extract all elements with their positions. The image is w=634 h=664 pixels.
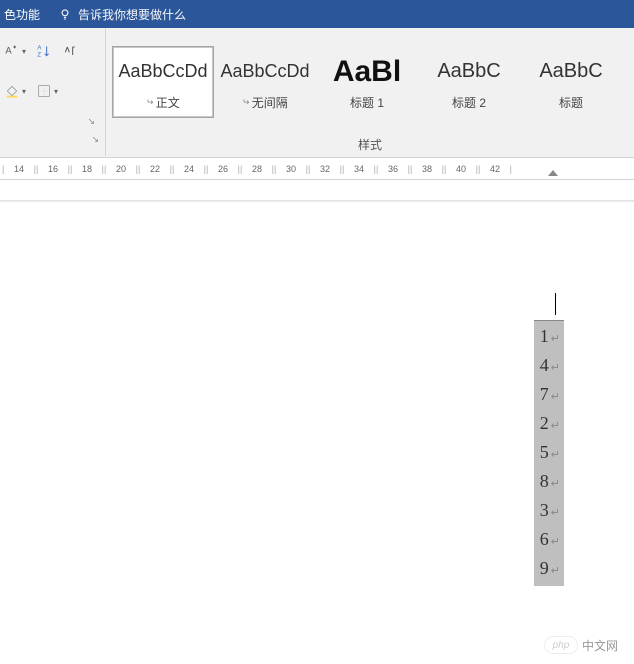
pilcrow-icon xyxy=(62,43,78,59)
svg-text:Z: Z xyxy=(37,52,41,58)
page-edge-shadow xyxy=(0,200,634,203)
return-mark-icon: ↵ xyxy=(551,384,560,410)
style-item-4[interactable]: AaBbC 标题 xyxy=(520,46,622,118)
paragraph-dialog-launcher[interactable]: ↘ xyxy=(0,116,99,130)
document-line[interactable]: 8↵ xyxy=(540,468,560,497)
document-area[interactable]: 1↵4↵7↵2↵5↵8↵3↵6↵9↵ xyxy=(0,180,634,660)
return-mark-icon: ↵ xyxy=(551,471,560,497)
tell-me-placeholder: 告诉我你想要做什么 xyxy=(78,6,186,23)
ruler-mark: 40 xyxy=(444,164,478,174)
tell-me-search[interactable]: 告诉我你想要做什么 xyxy=(58,6,186,23)
paint-bucket-icon xyxy=(4,83,20,99)
ruler-mark: 42 xyxy=(478,164,512,174)
style-preview: AaBbCcDd xyxy=(220,54,309,90)
styles-gallery: AaBbCcDd ↵正文 AaBbCcDd ↵无间隔 AaBl 标题 1 AaBbC 标题 2… xyxy=(106,28,634,132)
ribbon-tab-partial[interactable]: 色功能 xyxy=(4,6,40,23)
style-preview: AaBbCcDd xyxy=(118,54,207,90)
style-name: 标题 2 xyxy=(452,94,486,111)
return-mark-icon: ↵ xyxy=(551,355,560,381)
watermark: php 中文网 xyxy=(544,636,618,654)
horizontal-ruler[interactable]: 141618202224262830323436384042 xyxy=(0,158,634,180)
sort-icon: AZ xyxy=(36,43,52,59)
document-line[interactable]: 1↵ xyxy=(540,323,560,352)
return-mark-icon: ↵ xyxy=(551,500,560,526)
character-scale-icon: A xyxy=(4,43,20,59)
style-name: ↵正文 xyxy=(146,94,180,111)
style-item-2[interactable]: AaBl 标题 1 xyxy=(316,46,418,118)
return-mark-icon: ↵ xyxy=(551,529,560,555)
chevron-down-icon: ▾ xyxy=(54,87,58,96)
shading-button[interactable]: ▾ xyxy=(4,83,26,99)
ruler-mark: 32 xyxy=(308,164,342,174)
style-name: ↵无间隔 xyxy=(242,94,288,111)
document-line[interactable]: 4↵ xyxy=(540,352,560,381)
selected-text-block[interactable]: 1↵4↵7↵2↵5↵8↵3↵6↵9↵ xyxy=(534,320,564,586)
return-mark-icon: ↵ xyxy=(551,442,560,468)
style-name: 标题 xyxy=(559,94,583,111)
borders-icon xyxy=(36,83,52,99)
style-item-0[interactable]: AaBbCcDd ↵正文 xyxy=(112,46,214,118)
pilcrow-icon: ↵ xyxy=(242,97,250,108)
watermark-text: 中文网 xyxy=(582,637,618,654)
document-line[interactable]: 3↵ xyxy=(540,497,560,526)
ruler-mark: 38 xyxy=(410,164,444,174)
paragraph-tools: A ▾ AZ ▾ ▾ ↘ xyxy=(0,28,106,132)
ruler-mark: 14 xyxy=(2,164,36,174)
svg-text:A: A xyxy=(5,46,12,56)
ruler-mark: 34 xyxy=(342,164,376,174)
sort-button[interactable]: AZ xyxy=(36,43,52,59)
document-line[interactable]: 6↵ xyxy=(540,526,560,555)
style-preview: AaBbC xyxy=(539,54,602,90)
ruler-mark: 30 xyxy=(274,164,308,174)
style-preview: AaBl xyxy=(333,54,401,90)
pilcrow-icon: ↵ xyxy=(146,97,154,108)
svg-text:A: A xyxy=(37,46,41,52)
show-marks-button[interactable] xyxy=(62,43,78,59)
ruler-mark: 24 xyxy=(172,164,206,174)
document-line[interactable]: 7↵ xyxy=(540,381,560,410)
right-indent-marker[interactable] xyxy=(548,170,558,176)
ruler-mark: 18 xyxy=(70,164,104,174)
style-preview: AaBbC xyxy=(437,54,500,90)
style-item-1[interactable]: AaBbCcDd ↵无间隔 xyxy=(214,46,316,118)
ruler-mark: 36 xyxy=(376,164,410,174)
style-item-3[interactable]: AaBbC 标题 2 xyxy=(418,46,520,118)
styles-group-label: 样式 xyxy=(106,136,634,153)
paragraph-dialog-launcher-2[interactable]: ↘ xyxy=(0,132,106,156)
chevron-down-icon: ▾ xyxy=(22,47,26,56)
document-line[interactable]: 5↵ xyxy=(540,439,560,468)
chevron-down-icon: ▾ xyxy=(22,87,26,96)
ruler-mark: 16 xyxy=(36,164,70,174)
lightbulb-icon xyxy=(58,7,72,21)
font-button[interactable]: A ▾ xyxy=(4,43,26,59)
document-line[interactable]: 2↵ xyxy=(540,410,560,439)
watermark-logo: php xyxy=(544,636,578,654)
ruler-mark: 26 xyxy=(206,164,240,174)
return-mark-icon: ↵ xyxy=(551,413,560,439)
ribbon: A ▾ AZ ▾ ▾ ↘ xyxy=(0,28,634,158)
text-cursor xyxy=(555,293,556,315)
ruler-mark: 20 xyxy=(104,164,138,174)
borders-button[interactable]: ▾ xyxy=(36,83,58,99)
ruler-mark: 28 xyxy=(240,164,274,174)
return-mark-icon: ↵ xyxy=(551,326,560,352)
title-bar: 色功能 告诉我你想要做什么 xyxy=(0,0,634,28)
ruler-mark: 22 xyxy=(138,164,172,174)
style-name: 标题 1 xyxy=(350,94,384,111)
document-line[interactable]: 9↵ xyxy=(540,555,560,584)
return-mark-icon: ↵ xyxy=(551,558,560,584)
